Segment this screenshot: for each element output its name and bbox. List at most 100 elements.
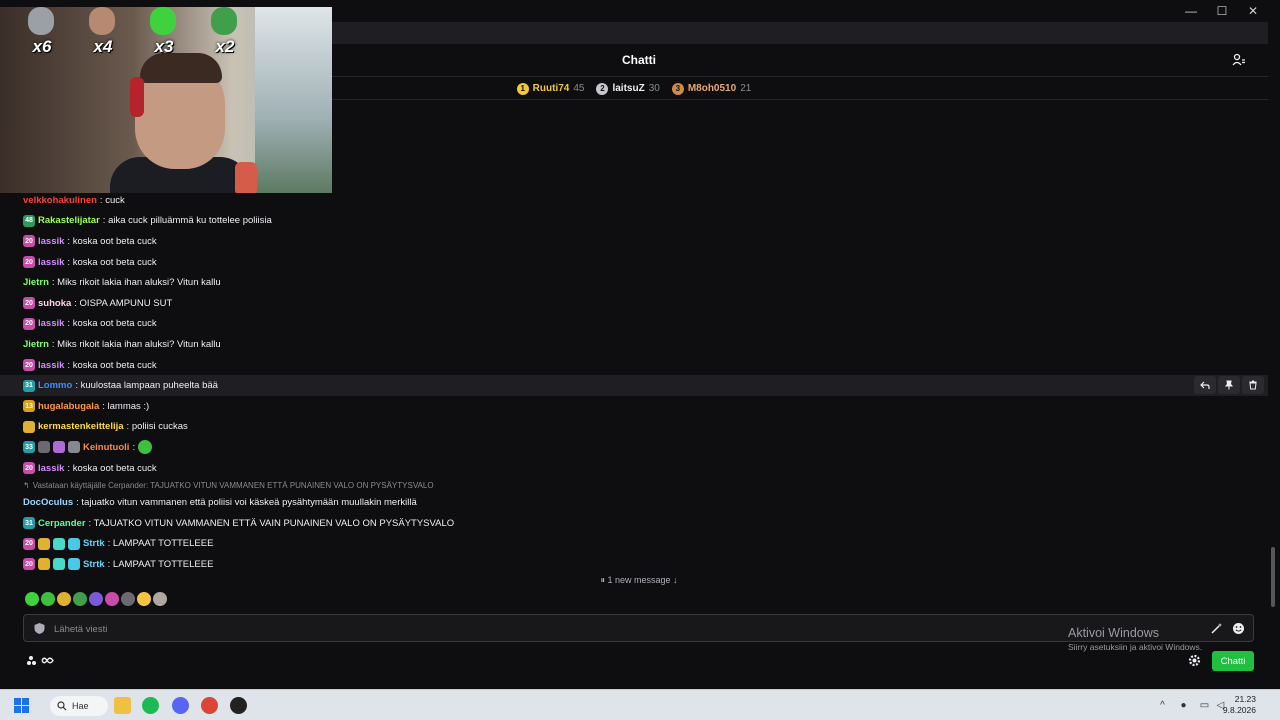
leaderboard-entry[interactable]: 1 Ruuti74 45 (516, 82, 584, 95)
windows-start-icon[interactable] (13, 697, 30, 714)
chat-message[interactable]: 13 hugalabugala: lammas :) (0, 396, 1268, 417)
emote-icon[interactable] (89, 592, 103, 606)
chat-scrollbar[interactable] (1268, 22, 1280, 677)
lamp-icon (235, 162, 257, 193)
pin-button[interactable] (1218, 376, 1240, 395)
reply-icon (1200, 381, 1210, 390)
chat-message[interactable]: 31 Lommo: kuulostaa lampaan puheelta bää (0, 375, 1268, 396)
chrome-icon[interactable] (201, 697, 218, 714)
badge-icon: 20 (23, 235, 35, 248)
chat-message[interactable]: 20 suhoka: OISPA AMPUNU SUT (0, 293, 1268, 314)
chat-message[interactable]: 48 Rakastelijatar: aika cuck pilluämmä ku… (0, 211, 1268, 232)
emote-icon[interactable] (121, 592, 135, 606)
chat-username[interactable]: velkkohakulinen (23, 195, 97, 206)
chat-message[interactable]: 31 Cerpander: TAJUATKO VITUN VAMMANEN ETT… (0, 513, 1268, 534)
rank-badge-icon: 2 (596, 82, 609, 95)
chat-username[interactable]: Jietrn (23, 277, 49, 288)
emote-icon[interactable] (153, 592, 167, 606)
shield-icon[interactable] (33, 622, 46, 635)
minimize-button[interactable]: — (1176, 3, 1206, 19)
emote-combo: x3 (144, 7, 180, 56)
chat-username[interactable]: Cerpander (38, 518, 86, 529)
chat-username[interactable]: lassik (38, 463, 64, 474)
emoji-icon[interactable] (1232, 622, 1245, 635)
chat-message[interactable]: 20 Strtk: LAMPAAT TOTTELEEE (0, 534, 1268, 555)
emote-icon[interactable] (41, 592, 55, 606)
gear-icon[interactable] (1188, 654, 1201, 667)
chat-message-text: : koska oot beta cuck (67, 462, 157, 474)
leaderboard-entry[interactable]: 3 M8oh0510 21 (671, 82, 752, 95)
trash-icon (1249, 380, 1257, 390)
message-actions (1194, 375, 1264, 395)
send-chat-button[interactable]: Chatti (1212, 651, 1254, 671)
chat-username[interactable]: Rakastelijatar (38, 215, 100, 226)
chat-username[interactable]: lassik (38, 360, 64, 371)
chat-message[interactable]: 20 lassik: koska oot beta cuck (0, 458, 1268, 479)
chat-message-text: : koska oot beta cuck (67, 256, 157, 268)
taskbar-search[interactable]: Hae (50, 696, 108, 716)
chat-username[interactable]: Lommo (38, 380, 72, 391)
chat-username[interactable]: Keinutuoli (83, 442, 129, 453)
chat-username[interactable]: kermastenkeittelija (38, 421, 124, 432)
emote-icon[interactable] (57, 592, 71, 606)
close-button[interactable]: ✕ (1238, 3, 1268, 19)
chat-message[interactable]: kermastenkeittelija: poliisi cuckas (0, 417, 1268, 438)
emote-icon[interactable] (25, 592, 39, 606)
emote-icon[interactable] (137, 592, 151, 606)
chat-username[interactable]: suhoka (38, 298, 71, 309)
clock-date: 9.8.2026 (1222, 705, 1256, 715)
taskbar-clock[interactable]: 21.23 9.8.2026 (1223, 694, 1256, 716)
chat-username[interactable]: DocOculus (23, 497, 73, 508)
points-icon[interactable] (26, 654, 56, 667)
file-explorer-icon[interactable] (114, 697, 131, 714)
microphone-icon[interactable]: ● (1178, 700, 1189, 711)
badge-icon (38, 558, 50, 571)
pin-icon (1225, 380, 1233, 390)
chat-message[interactable]: 33 Keinutuoli: (0, 437, 1268, 458)
chat-message[interactable]: 20 lassik: koska oot beta cuck (0, 252, 1268, 273)
emote-icon (138, 440, 153, 455)
leaderboard-score: 21 (740, 83, 752, 94)
chat-message-text: : OISPA AMPUNU SUT (74, 297, 173, 309)
chat-username[interactable]: lassik (38, 236, 64, 247)
scrollbar-thumb[interactable] (1271, 547, 1275, 607)
emote-icon[interactable] (73, 592, 87, 606)
chat-username[interactable]: Jietrn (23, 339, 49, 350)
reply-button[interactable] (1194, 376, 1216, 395)
user-management-icon[interactable] (1232, 53, 1246, 67)
chevron-up-icon[interactable]: ^ (1157, 700, 1168, 711)
chat-username[interactable]: hugalabugala (38, 401, 99, 412)
new-messages-indicator[interactable]: ⏸ 1 new message ↓ (586, 572, 692, 588)
network-icon[interactable]: ▭ (1199, 700, 1210, 711)
badge-icon: 20 (23, 297, 35, 310)
emote-combo-count: x2 (215, 37, 235, 56)
chat-message-text: : poliisi cuckas (126, 421, 188, 433)
chat-message[interactable]: Jietrn: Miks rikoit lakia ihan aluksi? V… (0, 272, 1268, 293)
chat-username[interactable]: lassik (38, 318, 64, 329)
chat-input[interactable] (54, 621, 1154, 637)
chat-username[interactable]: Strtk (83, 538, 105, 549)
delete-button[interactable] (1242, 376, 1264, 395)
chat-message[interactable]: Jietrn: Miks rikoit lakia ihan aluksi? V… (0, 334, 1268, 355)
emote-icon[interactable] (105, 592, 119, 606)
leaderboard-name: M8oh0510 (687, 83, 737, 94)
maximize-button[interactable]: ☐ (1207, 3, 1237, 19)
chat-message[interactable]: 20 lassik: koska oot beta cuck (0, 314, 1268, 335)
rank-badge-icon: 1 (516, 82, 529, 95)
emote-combo: x4 (83, 7, 119, 56)
windows-taskbar: Hae ^ ● ▭ ◁ 21.23 9.8.2026 (0, 689, 1280, 720)
chat-message[interactable]: 20 lassik: koska oot beta cuck (0, 355, 1268, 376)
chat-message[interactable]: velkkohakulinen: cuck (0, 190, 1268, 211)
badge-icon (38, 537, 50, 550)
reply-context[interactable]: ↰ Vastataan käyttäjälle Cerpander: TAJUAT… (0, 478, 1268, 492)
spotify-icon[interactable] (142, 697, 159, 714)
chat-message-text: : tajuatko vitun vammanen että poliisi v… (76, 497, 417, 509)
chat-username[interactable]: lassik (38, 257, 64, 268)
chat-username[interactable]: Strtk (83, 559, 105, 570)
leaderboard-entry[interactable]: 2 laitsuZ 30 (596, 82, 660, 95)
discord-icon[interactable] (172, 697, 189, 714)
chat-message[interactable]: DocOculus: tajuatko vitun vammanen että … (0, 492, 1268, 513)
chat-message[interactable]: 20 lassik: koska oot beta cuck (0, 231, 1268, 252)
obs-icon[interactable] (230, 697, 247, 714)
magic-wand-icon[interactable] (1210, 622, 1223, 635)
